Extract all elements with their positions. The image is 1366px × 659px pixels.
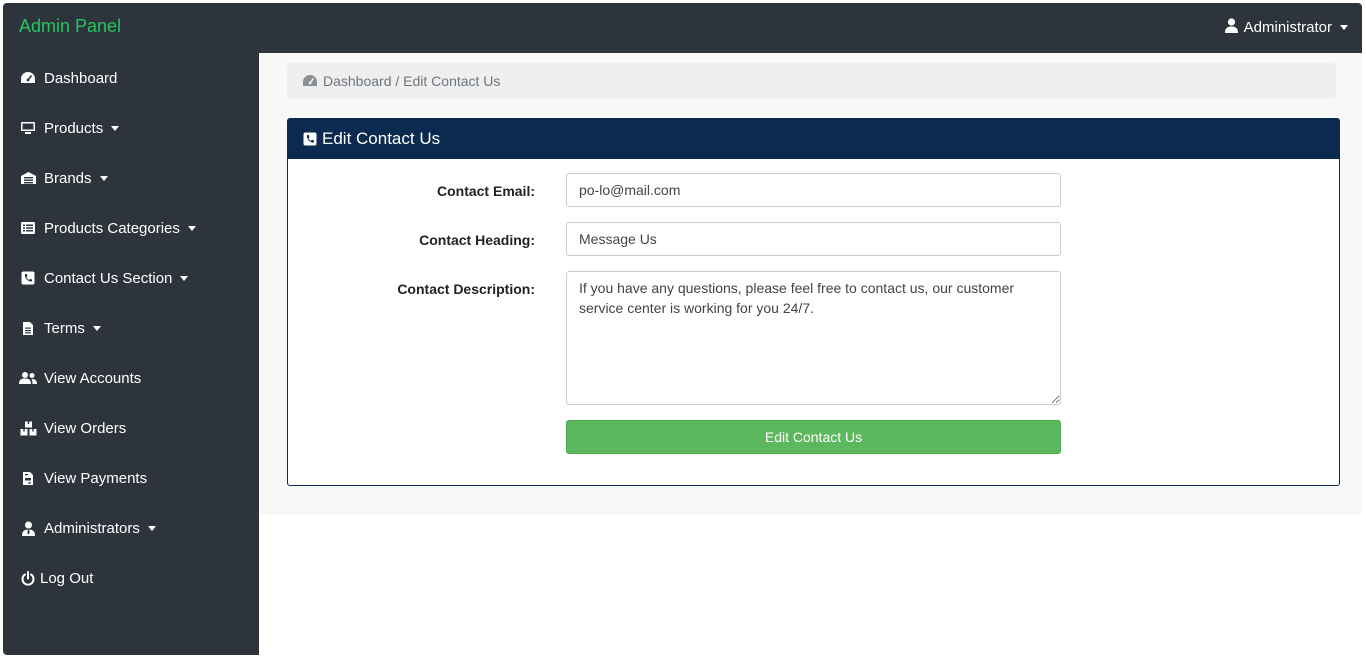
sidebar-item-dashboard[interactable]: Dashboard (3, 58, 259, 98)
contact-description-label: Contact Description: (397, 281, 535, 297)
file-invoice-icon (19, 469, 37, 487)
chevron-down-icon (147, 525, 156, 531)
power-icon (19, 569, 37, 587)
chevron-down-icon (92, 325, 101, 331)
sidebar-item-terms[interactable]: Terms (3, 308, 259, 348)
sidebar-item-label: View Payments (44, 469, 148, 487)
edit-contact-us-button[interactable]: Edit Contact Us (566, 420, 1061, 454)
sidebar-item-log-out[interactable]: Log Out (3, 558, 259, 598)
app-window: Admin Panel Administrator Dashboard Prod… (3, 3, 1362, 655)
user-tie-icon (19, 519, 37, 537)
breadcrumb-text[interactable]: Dashboard / Edit Contact Us (323, 73, 500, 89)
users-icon (19, 369, 37, 387)
sidebar-item-label: Terms (44, 319, 85, 337)
top-navbar: Admin Panel Administrator (3, 3, 1362, 53)
main-content: Dashboard / Edit Contact Us Edit Contact… (259, 53, 1362, 515)
sidebar-item-label: Dashboard (44, 69, 118, 87)
chevron-down-icon (180, 275, 189, 281)
sidebar-item-label: View Orders (44, 419, 127, 437)
phone-square-icon (19, 269, 37, 287)
edit-contact-card: Edit Contact Us Contact Email: Contact H… (287, 118, 1340, 486)
boxes-icon (19, 419, 37, 437)
sidebar-item-view-payments[interactable]: View Payments (3, 458, 259, 498)
file-icon (19, 319, 37, 337)
sidebar-item-label: Contact Us Section (44, 269, 173, 287)
sidebar-item-products-categories[interactable]: Products Categories (3, 208, 259, 248)
user-label: Administrator (1243, 19, 1332, 36)
contact-heading-label: Contact Heading: (419, 232, 535, 248)
chevron-down-icon (111, 125, 120, 131)
monitor-icon (19, 119, 37, 137)
sidebar-item-view-orders[interactable]: View Orders (3, 408, 259, 448)
sidebar-item-label: View Accounts (44, 369, 142, 387)
user-icon (1224, 18, 1238, 37)
list-icon (19, 219, 37, 237)
sidebar-item-administrators[interactable]: Administrators (3, 508, 259, 548)
chevron-down-icon (99, 175, 108, 181)
phone-square-icon (303, 132, 317, 146)
sidebar-item-products[interactable]: Products (3, 108, 259, 148)
sidebar-item-label: Products (44, 119, 104, 137)
card-header: Edit Contact Us (288, 119, 1339, 159)
sidebar-item-view-accounts[interactable]: View Accounts (3, 358, 259, 398)
chevron-down-icon (1340, 25, 1348, 30)
dashboard-icon (19, 69, 37, 87)
breadcrumb: Dashboard / Edit Contact Us (287, 63, 1336, 98)
sidebar-item-contact-us-section[interactable]: Contact Us Section (3, 258, 259, 298)
card-title: Edit Contact Us (322, 129, 441, 148)
sidebar-item-label: Log Out (40, 569, 94, 587)
warehouse-icon (19, 169, 37, 187)
brand-title[interactable]: Admin Panel (19, 16, 121, 37)
sidebar-item-label: Products Categories (44, 219, 180, 237)
contact-email-input[interactable] (566, 173, 1061, 207)
contact-heading-input[interactable] (566, 222, 1061, 256)
chevron-down-icon (187, 225, 196, 231)
sidebar: Dashboard Products Brands Products Categ… (3, 53, 259, 655)
user-dropdown[interactable]: Administrator (1224, 18, 1348, 37)
sidebar-item-brands[interactable]: Brands (3, 158, 259, 198)
contact-description-textarea[interactable]: If you have any questions, please feel f… (566, 271, 1061, 405)
sidebar-item-label: Administrators (44, 519, 140, 537)
contact-email-label: Contact Email: (436, 183, 535, 199)
dashboard-icon (302, 74, 318, 87)
sidebar-item-label: Brands (44, 169, 92, 187)
